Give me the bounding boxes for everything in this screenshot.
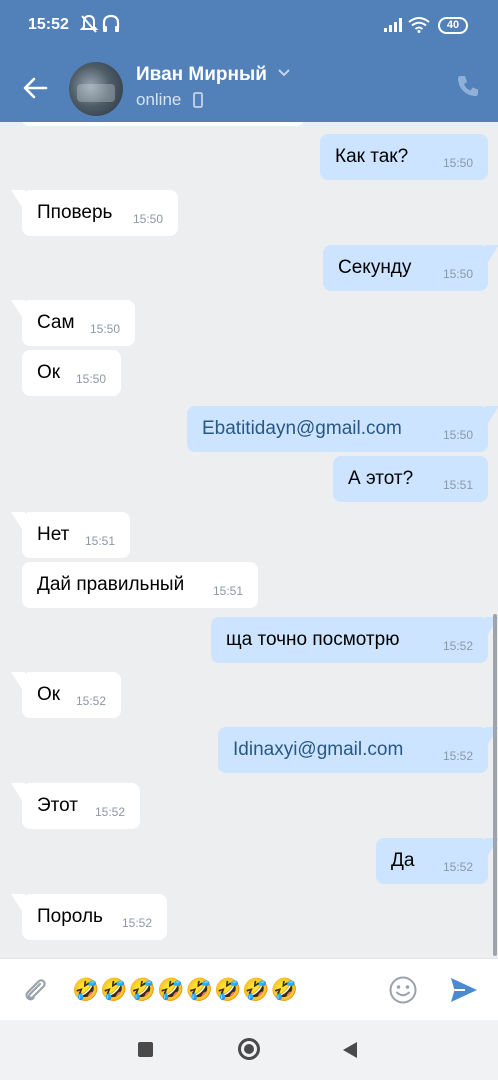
- message-bubble-outgoing[interactable]: Idinaxyi@gmail.com 15:52: [218, 727, 498, 773]
- message-text: ща точно посмотрю: [226, 629, 400, 650]
- paperclip-icon[interactable]: [20, 975, 52, 1007]
- message-time: 15:52: [442, 749, 473, 763]
- composer: 🤣🤣🤣🤣🤣🤣🤣🤣: [0, 958, 498, 1020]
- email-link[interactable]: Ebatitidayn@gmail.com: [202, 418, 402, 440]
- message-text: Ок: [37, 362, 61, 383]
- message-time: 15:52: [442, 639, 473, 653]
- signal-icon: [384, 18, 402, 32]
- avatar[interactable]: [69, 62, 123, 116]
- message-bubble-incoming[interactable]: Пповерь 15:50: [11, 190, 178, 236]
- message-time: 15:50: [89, 322, 120, 336]
- message-text: Как так?: [335, 146, 409, 167]
- wifi-icon: [408, 17, 430, 33]
- send-icon[interactable]: [448, 974, 480, 1006]
- email-link[interactable]: Idinaxyi@gmail.com: [233, 739, 403, 761]
- message-bubble-outgoing[interactable]: А этот? 15:51: [333, 456, 488, 502]
- message-input[interactable]: 🤣🤣🤣🤣🤣🤣🤣🤣: [72, 975, 372, 1005]
- message-bubble-outgoing[interactable]: Как так? 15:50: [320, 134, 488, 180]
- message-bubble-incoming[interactable]: Пороль 15:52: [11, 894, 167, 940]
- message-time: 15:50: [442, 428, 473, 442]
- message-text: А этот?: [348, 468, 414, 489]
- status-bar: 15:52 40: [0, 0, 498, 50]
- message-time: 15:52: [94, 805, 125, 819]
- message-bubble-incoming[interactable]: Нет 15:51: [11, 512, 130, 558]
- contact-status: online: [136, 90, 182, 109]
- message-bubble-outgoing[interactable]: Да 15:52: [376, 838, 498, 884]
- bubble-tail: [11, 300, 25, 322]
- message-bubble-incoming[interactable]: Дай правильный 15:51: [22, 562, 258, 608]
- chevron-down-icon[interactable]: [277, 68, 291, 78]
- bubble-tail: [485, 245, 498, 267]
- contact-name[interactable]: Иван Мирный: [136, 64, 267, 86]
- message-bubble-incoming[interactable]: Этот 15:52: [11, 783, 140, 829]
- message-time: 15:51: [84, 534, 115, 548]
- message-time: 15:52: [121, 916, 152, 930]
- message-text: Сам: [37, 312, 75, 333]
- bell-off-icon: [80, 14, 98, 33]
- message-text: Секунду: [338, 257, 412, 278]
- message-time: 15:50: [75, 372, 106, 386]
- message-bubble-incoming[interactable]: Ок 15:52: [11, 672, 121, 718]
- recents-button[interactable]: [138, 1042, 153, 1057]
- headset-icon: [102, 14, 120, 32]
- header: 15:52 40 Иван Мирный online: [0, 0, 498, 122]
- bubble-tail: [11, 783, 25, 805]
- battery-icon: 40: [438, 17, 468, 34]
- message-time: 15:50: [132, 212, 163, 226]
- message-bubble-outgoing[interactable]: Секунду 15:50: [323, 245, 498, 291]
- system-nav-bar: [0, 1020, 498, 1080]
- message-text: Да: [391, 850, 415, 871]
- bubble-tail: [11, 894, 25, 916]
- home-button[interactable]: [238, 1038, 260, 1060]
- message-text: Ок: [37, 684, 61, 705]
- message-text: Нет: [37, 524, 70, 545]
- status-time: 15:52: [28, 16, 69, 33]
- call-button[interactable]: [455, 73, 481, 99]
- message-text: Пороль: [37, 906, 103, 927]
- bubble-tail: [11, 512, 25, 534]
- back-button[interactable]: [20, 72, 52, 104]
- mobile-icon: [193, 92, 203, 108]
- message-time: 15:51: [442, 478, 473, 492]
- message-list[interactable]: Как так? 15:50 Пповерь 15:50 Секунду 15:…: [0, 122, 498, 958]
- scrollbar[interactable]: [493, 614, 497, 956]
- app-bar: Иван Мирный online: [0, 50, 498, 122]
- message-time: 15:52: [75, 694, 106, 708]
- partial-message-bubble: [22, 122, 304, 126]
- message-bubble-incoming[interactable]: Сам 15:50: [11, 300, 135, 346]
- message-bubble-incoming[interactable]: Ок 15:50: [22, 350, 121, 396]
- message-time: 15:50: [442, 267, 473, 281]
- message-text: Дай правильный: [37, 574, 185, 595]
- message-time: 15:51: [212, 584, 243, 598]
- bubble-tail: [485, 406, 498, 428]
- bubble-tail: [11, 190, 25, 212]
- message-text: Пповерь: [37, 202, 113, 223]
- nav-back-button[interactable]: [342, 1041, 358, 1059]
- message-text: Этот: [37, 795, 78, 816]
- bubble-tail: [11, 672, 25, 694]
- message-bubble-outgoing[interactable]: Ebatitidayn@gmail.com 15:50: [187, 406, 498, 452]
- emoji-icon[interactable]: [388, 975, 418, 1005]
- message-bubble-outgoing[interactable]: ща точно посмотрю 15:52: [211, 617, 498, 663]
- message-time: 15:50: [442, 156, 473, 170]
- message-time: 15:52: [442, 860, 473, 874]
